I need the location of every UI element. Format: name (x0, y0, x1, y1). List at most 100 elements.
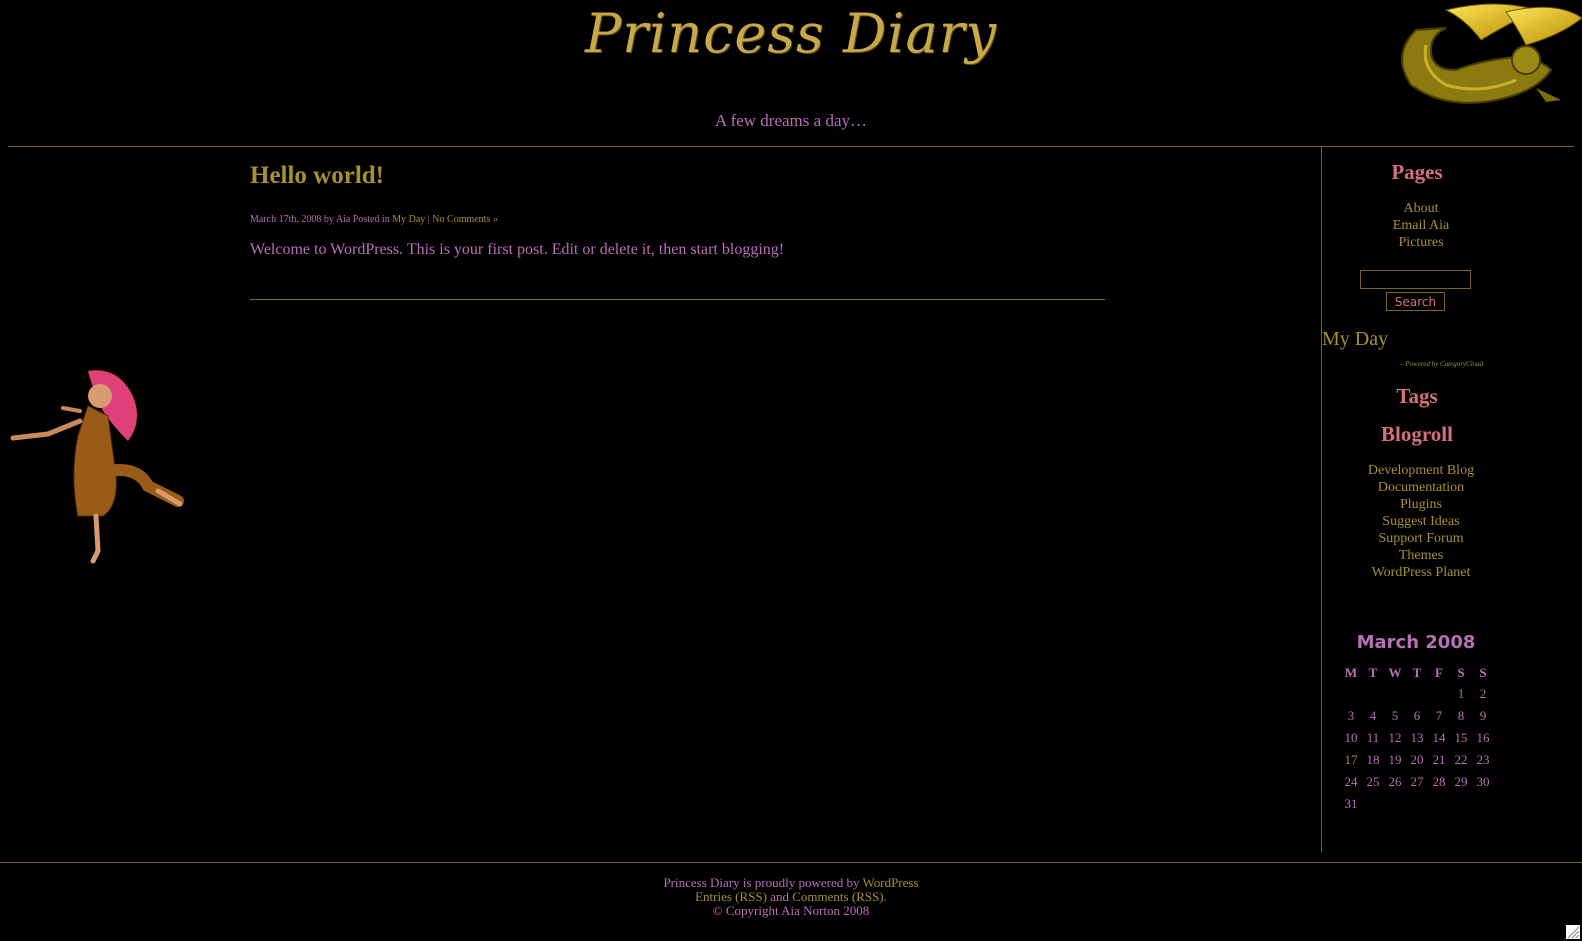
blogroll-heading: Blogroll (1381, 422, 1453, 446)
dancing-girl-image (10, 370, 184, 564)
calendar-day: 18 (1366, 752, 1380, 767)
calendar-day: 8 (1457, 708, 1465, 723)
calendar-day: 14 (1432, 730, 1446, 745)
calendar-day: 6 (1413, 708, 1421, 723)
footer-powered-text: Princess Diary is proudly powered by (663, 875, 863, 890)
blogroll-list: Development Blog Documentation Plugins S… (1330, 462, 1512, 581)
calendar-day: 22 (1454, 752, 1468, 767)
pages-heading: Pages (1391, 160, 1443, 184)
calendar-weekday: F (1435, 665, 1443, 680)
category-cloud-my-day[interactable]: My Day (1322, 328, 1388, 351)
calendar-day: 1 (1457, 686, 1465, 701)
pages-list: About Email Aia Pictures (1330, 200, 1512, 251)
calendar-table: M T W T F S S 1 2 3 4 5 6 7 8 9 10 11 12 13 14 15 16 17 1… (1340, 663, 1494, 815)
calendar-day: 28 (1432, 774, 1446, 789)
header-divider (8, 146, 1574, 147)
category-cloud-credit-link[interactable]: – Powered by CategoryCloud (1400, 360, 1483, 368)
calendar-week-row: 17 18 19 20 21 22 23 (1340, 749, 1494, 771)
page-link-pictures[interactable]: Pictures (1330, 234, 1512, 251)
site-title[interactable]: Princess Diary (0, 2, 1582, 65)
calendar-day (1384, 683, 1406, 705)
blogroll-link-plugins[interactable]: Plugins (1330, 496, 1512, 513)
calendar-weekday: S (1479, 665, 1487, 680)
page-link-about[interactable]: About (1330, 200, 1512, 217)
calendar-weekday: S (1457, 665, 1465, 680)
blogroll-link-suggest-ideas[interactable]: Suggest Ideas (1330, 513, 1512, 530)
footer-divider (0, 862, 1582, 863)
post-comments-link[interactable]: No Comments » (432, 214, 498, 225)
calendar-week-row: 31 (1340, 793, 1494, 815)
calendar-day (1362, 683, 1384, 705)
dragon-image (1401, 3, 1582, 104)
site-tagline: A few dreams a day… (714, 111, 867, 130)
post-divider (250, 299, 1105, 300)
calendar-day (1340, 683, 1362, 705)
calendar-weekday-row: M T W T F S S (1340, 663, 1494, 683)
calendar-week-row: 3456789 (1340, 705, 1494, 727)
blogroll-link-themes[interactable]: Themes (1330, 547, 1512, 564)
calendar-day: 21 (1432, 752, 1446, 767)
calendar-day: 23 (1476, 752, 1490, 767)
calendar-day: 29 (1454, 774, 1468, 789)
calendar-day[interactable]: 17 (1340, 749, 1362, 771)
calendar-day: 5 (1391, 708, 1399, 723)
calendar-day: 12 (1388, 730, 1402, 745)
calendar-weekday: T (1412, 665, 1422, 680)
calendar-day: 3 (1347, 708, 1355, 723)
calendar-week-row: 12 (1340, 683, 1494, 705)
calendar-day: 9 (1479, 708, 1487, 723)
calendar-weekday: W (1388, 665, 1402, 680)
search-button[interactable]: Search (1386, 292, 1445, 311)
calendar-day: 7 (1435, 708, 1443, 723)
footer-and-text: and (766, 889, 793, 904)
calendar-day: 10 (1344, 730, 1358, 745)
resize-grip-icon[interactable] (1566, 925, 1580, 939)
calendar-day: 11 (1366, 730, 1380, 745)
calendar-day: 26 (1388, 774, 1402, 789)
footer-rss-line: Entries (RSS) and Comments (RSS). (0, 890, 1582, 904)
calendar-day: 31 (1344, 796, 1358, 811)
calendar-day: 30 (1476, 774, 1490, 789)
footer-powered-line: Princess Diary is proudly powered by Wor… (0, 876, 1582, 890)
footer-entries-rss-link[interactable]: Entries (RSS) (695, 889, 767, 904)
calendar-week-row: 10 11 12 13 14 15 16 (1340, 727, 1494, 749)
calendar-day (1472, 793, 1494, 815)
post-meta: March 17th, 2008 by Aia Posted in My Day… (250, 214, 498, 225)
calendar-day (1428, 793, 1450, 815)
post-body: Welcome to WordPress. This is your first… (250, 241, 785, 258)
calendar-week-row: 24 25 26 27 28 29 30 (1340, 771, 1494, 793)
sidebar-divider (1321, 147, 1322, 852)
page-link-email-aia[interactable]: Email Aia (1330, 217, 1512, 234)
footer: Princess Diary is proudly powered by Wor… (0, 876, 1582, 918)
calendar-weekday: T (1368, 665, 1378, 680)
blogroll-link-wordpress-planet[interactable]: WordPress Planet (1330, 564, 1512, 581)
search-input[interactable] (1360, 270, 1471, 289)
calendar-caption: March 2008 (1356, 632, 1476, 653)
footer-copyright: © Copyright Aia Norton 2008 (712, 903, 870, 918)
blogroll-link-documentation[interactable]: Documentation (1330, 479, 1512, 496)
footer-wordpress-link[interactable]: WordPress (863, 875, 919, 890)
calendar-day (1384, 793, 1406, 815)
calendar-day-link[interactable]: 17 (1345, 752, 1358, 767)
calendar-day (1428, 683, 1450, 705)
calendar-day: 27 (1410, 774, 1424, 789)
calendar-day: 2 (1479, 686, 1487, 701)
calendar-day (1406, 683, 1428, 705)
calendar-day: 15 (1454, 730, 1468, 745)
calendar-day: 25 (1366, 774, 1380, 789)
footer-comments-rss-link[interactable]: Comments (RSS) (792, 889, 883, 904)
post-date-author: March 17th, 2008 by Aia Posted in (250, 214, 393, 225)
blogroll-link-support-forum[interactable]: Support Forum (1330, 530, 1512, 547)
calendar-day: 16 (1476, 730, 1490, 745)
calendar-day: 19 (1388, 752, 1402, 767)
calendar-day (1450, 793, 1472, 815)
blogroll-link-development-blog[interactable]: Development Blog (1330, 462, 1512, 479)
post-title[interactable]: Hello world! (250, 162, 384, 190)
calendar-day: 24 (1344, 774, 1358, 789)
calendar-day: 13 (1410, 730, 1424, 745)
calendar-day (1362, 793, 1384, 815)
calendar-day: 20 (1410, 752, 1424, 767)
footer-period: . (883, 889, 887, 904)
post-category-link[interactable]: My Day (392, 214, 425, 225)
calendar-day: 4 (1369, 708, 1377, 723)
